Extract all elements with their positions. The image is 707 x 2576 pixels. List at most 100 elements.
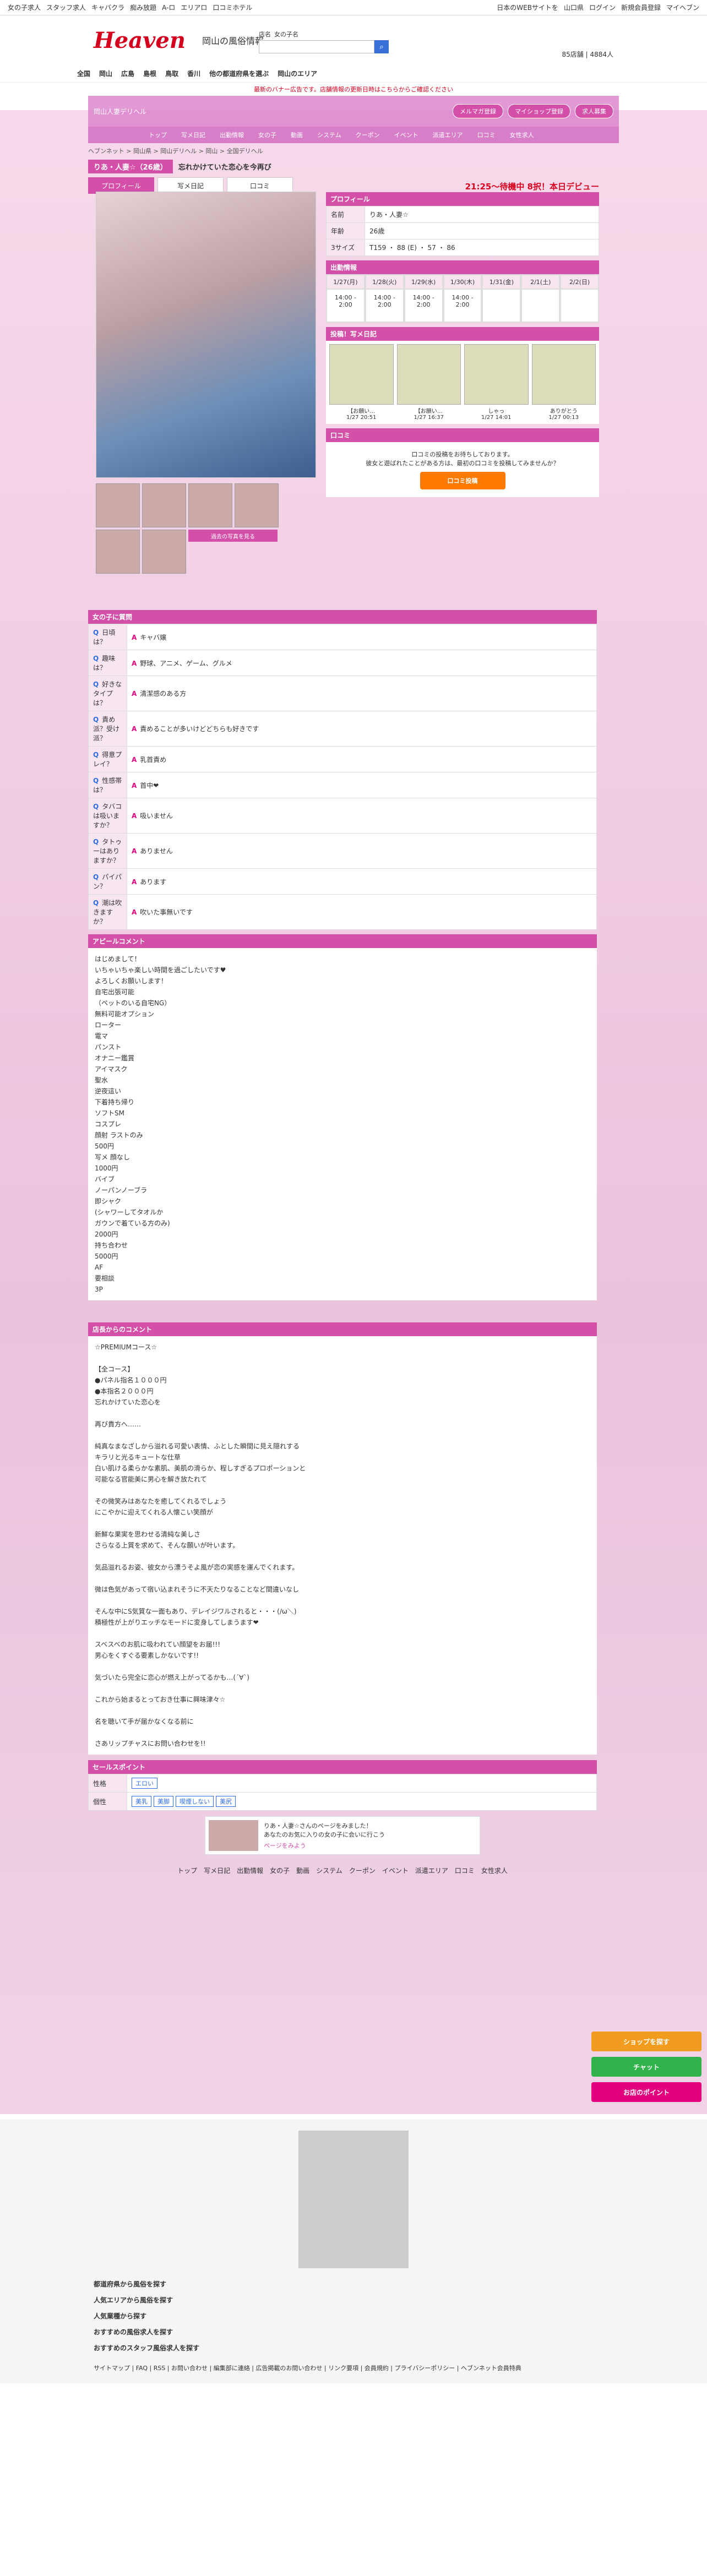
thumb[interactable] bbox=[142, 483, 186, 527]
top-right-link[interactable]: ログイン bbox=[589, 3, 616, 12]
banner-button[interactable]: ページをみよう bbox=[264, 1841, 385, 1850]
shop-nav-item[interactable]: 女の子 bbox=[258, 130, 276, 139]
banner-thumb bbox=[209, 1820, 258, 1851]
search-tab-girl[interactable]: 女の子名 bbox=[274, 30, 298, 39]
diary-item[interactable]: ありがとう 1/27 00:13 bbox=[531, 344, 596, 421]
schedule-day: 1/28(火) 14:00 - 2:00 bbox=[365, 274, 404, 323]
thumb[interactable] bbox=[96, 483, 140, 527]
footer-nav-item[interactable]: クーポン bbox=[349, 1867, 382, 1875]
girl-banner[interactable]: りあ・人妻☆さんのページをみました！ あなたのお気に入りの女の子に会いに行こう ペー… bbox=[205, 1816, 480, 1855]
footer-nav-item[interactable]: 女性求人 bbox=[481, 1867, 514, 1875]
qa-answer: A 吸いません bbox=[127, 798, 597, 834]
top-right-link[interactable]: マイヘブン bbox=[666, 3, 699, 12]
nav-item[interactable]: 島根 bbox=[143, 69, 156, 78]
answer-text: 乳首責め bbox=[140, 755, 167, 764]
q-icon: Q bbox=[93, 838, 99, 846]
diary-image bbox=[464, 344, 529, 405]
thumb[interactable] bbox=[142, 530, 186, 574]
myshop-button[interactable]: マイショップ登録 bbox=[508, 104, 570, 118]
footer-nav-item[interactable]: 写メ日記 bbox=[204, 1867, 237, 1875]
qa-question: Q 性感帯は？ bbox=[88, 772, 127, 798]
top-link[interactable]: キャバクラ bbox=[91, 3, 124, 12]
diary-date: 1/27 20:51 bbox=[346, 415, 377, 421]
nav-item[interactable]: 岡山 bbox=[99, 69, 112, 78]
site-logo[interactable]: Heaven bbox=[94, 28, 186, 53]
shop-nav-item[interactable]: 動画 bbox=[291, 130, 303, 139]
footer-nav-item[interactable]: 口コミ bbox=[455, 1867, 481, 1875]
side-shop-button[interactable]: ショップを探す bbox=[591, 2032, 701, 2051]
diary-item[interactable]: しゃっ 1/27 14:01 bbox=[464, 344, 529, 421]
side-chat-button[interactable]: チャット bbox=[591, 2057, 701, 2077]
diary-image bbox=[329, 344, 394, 405]
qa-answer: A 野球、アニメ、ゲーム、グルメ bbox=[127, 650, 597, 676]
banner-text: りあ・人妻☆さんのページをみました！ bbox=[264, 1822, 372, 1829]
search-tab-shop[interactable]: 店名 bbox=[259, 30, 271, 39]
review-text: 口コミの投稿をお待ちしております。 bbox=[411, 451, 514, 458]
shop-nav-item[interactable]: 女性求人 bbox=[510, 130, 534, 139]
footer-nav-item[interactable]: 出勤情報 bbox=[237, 1867, 270, 1875]
search-button[interactable]: ⌕ bbox=[374, 40, 389, 53]
top-right-link[interactable]: 山口県 bbox=[564, 3, 584, 12]
nav-item[interactable]: 広島 bbox=[121, 69, 134, 78]
review-post-button[interactable]: 口コミ投稿 bbox=[420, 472, 505, 489]
footer-links[interactable]: サイトマップ | FAQ | RSS | お問い合わせ | 編集部に連絡 | 広… bbox=[94, 2363, 613, 2372]
search-input[interactable] bbox=[259, 40, 374, 53]
top-link[interactable]: A-ロ bbox=[162, 3, 175, 12]
schedule-title: 出勤情報 bbox=[326, 260, 599, 274]
past-photo-button[interactable]: 過去の写真を見る bbox=[188, 530, 278, 542]
footer-nav-item[interactable]: イベント bbox=[382, 1867, 415, 1875]
qa-table: Q 日頃は？ A キャバ嬢 Q 趣味は？ A 野球、アニメ、ゲーム、グルメ Q 好きなタイプは？ A… bbox=[88, 624, 597, 930]
recruit-button[interactable]: 求人募集 bbox=[575, 104, 613, 118]
footer-nav-item[interactable]: 派遣エリア bbox=[415, 1867, 455, 1875]
top-link[interactable]: 痴み放題 bbox=[130, 3, 156, 12]
answer-text: あります bbox=[140, 878, 167, 886]
shop-nav-item[interactable]: 写メ日記 bbox=[181, 130, 205, 139]
answer-text: 首中❤ bbox=[140, 781, 159, 789]
diary-item[interactable]: 【お願い… 1/27 20:51 bbox=[329, 344, 394, 421]
shop-nav-item[interactable]: 出勤情報 bbox=[220, 130, 244, 139]
qa-answer: A 清潔感のある方 bbox=[127, 676, 597, 711]
shop-name[interactable]: 岡山人妻デリヘル bbox=[94, 107, 146, 116]
shop-nav-item[interactable]: 派遣エリア bbox=[433, 130, 463, 139]
answer-text: 吸いません bbox=[140, 812, 173, 820]
sales-tag: 喫煙しない bbox=[176, 1796, 214, 1807]
footer-heading: おすすめの風俗求人を探す bbox=[94, 2328, 173, 2336]
footer-nav-item[interactable]: 動画 bbox=[296, 1867, 316, 1875]
main-photo[interactable] bbox=[96, 192, 316, 478]
thumb[interactable] bbox=[235, 483, 279, 527]
footer-heading: 都道府県から風俗を探す bbox=[94, 2280, 167, 2288]
a-icon: A bbox=[132, 755, 137, 764]
nav-item[interactable]: 鳥取 bbox=[165, 69, 178, 78]
shop-nav-item[interactable]: 口コミ bbox=[477, 130, 496, 139]
a-icon: A bbox=[132, 633, 137, 641]
qa-question: Q 潮は吹きますか？ bbox=[88, 894, 127, 930]
shop-nav-item[interactable]: イベント bbox=[394, 130, 418, 139]
nav-item[interactable]: 香川 bbox=[187, 69, 200, 78]
side-point-button[interactable]: お店のポイント bbox=[591, 2082, 701, 2102]
footer-nav-item[interactable]: 女の子 bbox=[270, 1867, 296, 1875]
nav-item[interactable]: 岡山のエリア bbox=[278, 69, 317, 78]
shop-nav-item[interactable]: トップ bbox=[149, 130, 167, 139]
shop-comment-title: 店長からのコメント bbox=[88, 1322, 597, 1336]
top-right-link[interactable]: 新規会員登録 bbox=[621, 3, 661, 12]
diary-title: 投稿！写メ日記 bbox=[326, 327, 599, 341]
diary-item[interactable]: 【お願い… 1/27 16:37 bbox=[396, 344, 461, 421]
qa-answer: A 責めることが多いけどどちらも好きです bbox=[127, 711, 597, 747]
thumb[interactable] bbox=[96, 530, 140, 574]
thumb[interactable] bbox=[188, 483, 232, 527]
footer-nav-item[interactable]: システム bbox=[316, 1867, 349, 1875]
shop-nav-item[interactable]: システム bbox=[317, 130, 341, 139]
nav-item[interactable]: 他の都道府県を選ぶ bbox=[209, 69, 269, 78]
footer-ad[interactable] bbox=[298, 2131, 409, 2268]
nav-item[interactable]: 全国 bbox=[77, 69, 90, 78]
shop-nav-item[interactable]: クーポン bbox=[356, 130, 380, 139]
top-link[interactable]: スタッフ求人 bbox=[46, 3, 86, 12]
top-link[interactable]: 口コミホテル bbox=[213, 3, 252, 12]
q-icon: Q bbox=[93, 873, 99, 881]
review-title: 口コミ bbox=[326, 428, 599, 442]
top-link[interactable]: エリアロ bbox=[181, 3, 207, 12]
top-link[interactable]: 女の子求人 bbox=[8, 3, 41, 12]
mailmag-button[interactable]: メルマガ登録 bbox=[453, 104, 503, 118]
top-right-link[interactable]: 日本のWEBサイトを bbox=[497, 3, 558, 12]
footer-nav-item[interactable]: トップ bbox=[177, 1867, 204, 1875]
